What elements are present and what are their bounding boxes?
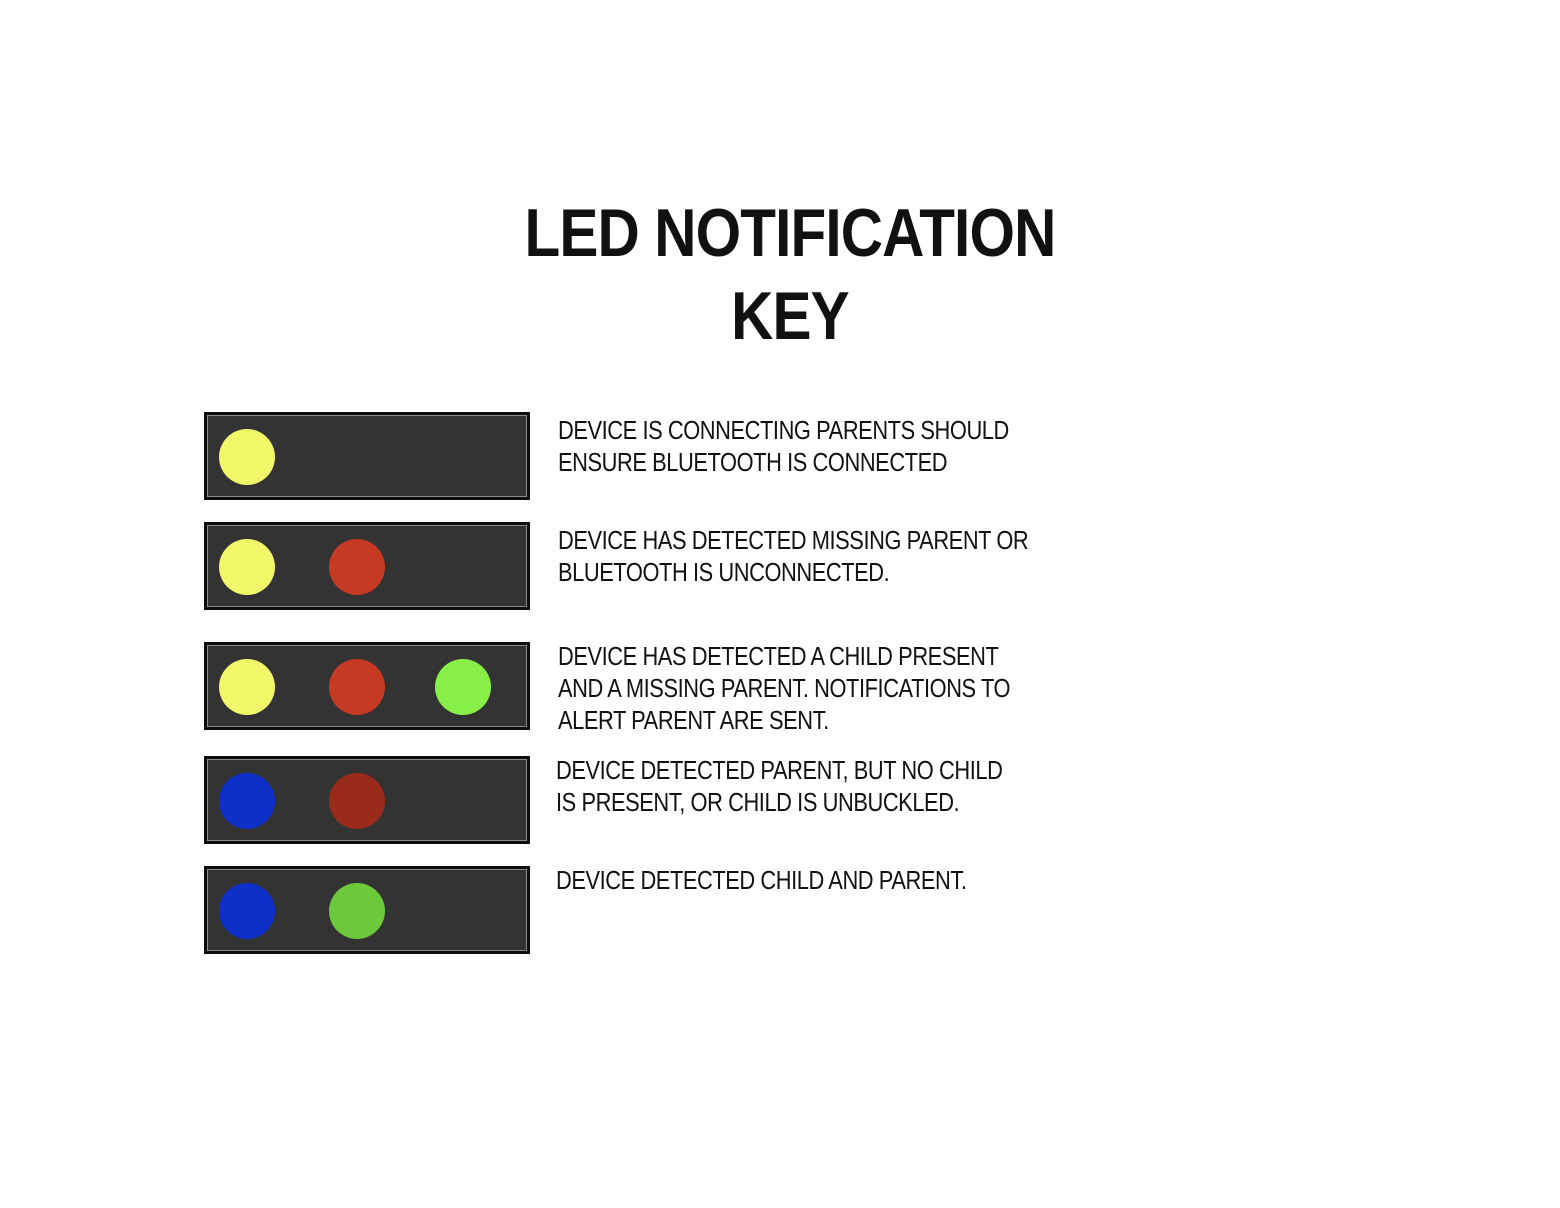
description-line: DEVICE HAS DETECTED A CHILD PRESENT: [558, 641, 999, 671]
title-line-1: LED NOTIFICATION: [524, 195, 1057, 271]
led-panel: [204, 642, 530, 730]
red-led-indicator: [329, 539, 385, 595]
description-line: DEVICE IS CONNECTING PARENTS SHOULD: [558, 415, 1009, 445]
led-panel: [204, 866, 530, 954]
led-panel: [204, 756, 530, 844]
blue-led-indicator: [219, 773, 275, 829]
description-line: BLUETOOTH IS UNCONNECTED.: [558, 557, 890, 587]
yellow-led-indicator: [219, 539, 275, 595]
description-line: ENSURE BLUETOOTH IS CONNECTED: [558, 447, 948, 477]
yellow-led-indicator: [219, 429, 275, 485]
description-line: AND A MISSING PARENT. NOTIFICATIONS TO: [558, 673, 1011, 703]
row-description: DEVICE IS CONNECTING PARENTS SHOULD ENSU…: [558, 414, 1009, 478]
key-row: DEVICE DETECTED PARENT, BUT NO CHILD IS …: [0, 754, 1560, 876]
key-row: DEVICE HAS DETECTED MISSING PARENT OR BL…: [0, 522, 1560, 642]
description-line: DEVICE DETECTED PARENT, BUT NO CHILD: [556, 755, 1003, 785]
row-description: DEVICE DETECTED PARENT, BUT NO CHILD IS …: [556, 754, 1003, 818]
key-row: DEVICE IS CONNECTING PARENTS SHOULD ENSU…: [0, 412, 1560, 532]
blue-led-indicator: [219, 883, 275, 939]
description-line: ALERT PARENT ARE SENT.: [558, 705, 829, 735]
row-description: DEVICE DETECTED CHILD AND PARENT.: [556, 864, 967, 896]
yellow-led-indicator: [219, 659, 275, 715]
dark-red-led-indicator: [329, 773, 385, 829]
title-line-2: KEY: [731, 278, 850, 354]
page-title: LED NOTIFICATION KEY: [523, 192, 1057, 358]
description-line: DEVICE DETECTED CHILD AND PARENT.: [556, 865, 967, 895]
key-row: DEVICE HAS DETECTED A CHILD PRESENT AND …: [0, 640, 1560, 762]
key-row: DEVICE DETECTED CHILD AND PARENT.: [0, 864, 1560, 986]
red-led-indicator: [329, 659, 385, 715]
row-description: DEVICE HAS DETECTED MISSING PARENT OR BL…: [558, 524, 1029, 588]
description-line: DEVICE HAS DETECTED MISSING PARENT OR: [558, 525, 1029, 555]
green-led-indicator: [329, 883, 385, 939]
description-line: IS PRESENT, OR CHILD IS UNBUCKLED.: [556, 787, 960, 817]
row-description: DEVICE HAS DETECTED A CHILD PRESENT AND …: [558, 640, 1011, 736]
bright-green-led-indicator: [435, 659, 491, 715]
led-panel: [204, 412, 530, 500]
led-panel: [204, 522, 530, 610]
